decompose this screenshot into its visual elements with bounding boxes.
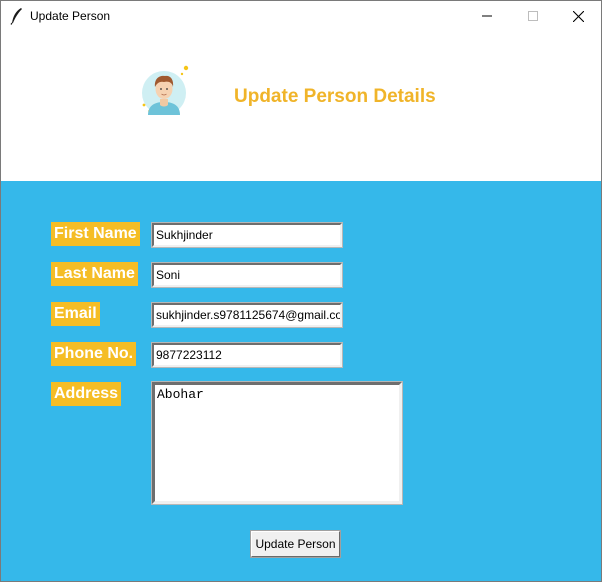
person-form: First Name Sukhjinder Last Name Soni Ema…	[1, 181, 601, 581]
close-button[interactable]	[555, 1, 601, 31]
title-bar[interactable]: Update Person	[1, 1, 601, 31]
email-label: Email	[51, 302, 100, 326]
first-name-field[interactable]: Sukhjinder	[151, 222, 343, 248]
page-title: Update Person Details	[234, 86, 436, 107]
address-label: Address	[51, 382, 122, 406]
person-avatar-icon	[138, 61, 192, 117]
minimize-icon	[482, 15, 492, 17]
first-name-label: First Name	[51, 222, 140, 246]
window-title: Update Person	[30, 9, 111, 23]
update-person-button[interactable]: Update Person	[250, 530, 341, 558]
address-field[interactable]: Abohar	[151, 381, 403, 505]
last-name-field[interactable]: Soni	[151, 262, 343, 288]
app-window: Update Person Update Person Details Firs…	[0, 0, 602, 582]
close-icon	[572, 10, 584, 22]
last-name-label: Last Name	[51, 262, 138, 286]
phone-label: Phone No.	[51, 342, 137, 366]
minimize-button[interactable]	[464, 1, 510, 31]
phone-field[interactable]: 9877223112	[151, 342, 343, 368]
maximize-icon	[528, 11, 538, 21]
feather-icon	[10, 7, 24, 25]
email-field[interactable]: sukhjinder.s9781125674@gmail.co	[151, 302, 343, 328]
header-panel: Update Person Details	[1, 31, 601, 181]
maximize-button[interactable]	[510, 1, 556, 31]
